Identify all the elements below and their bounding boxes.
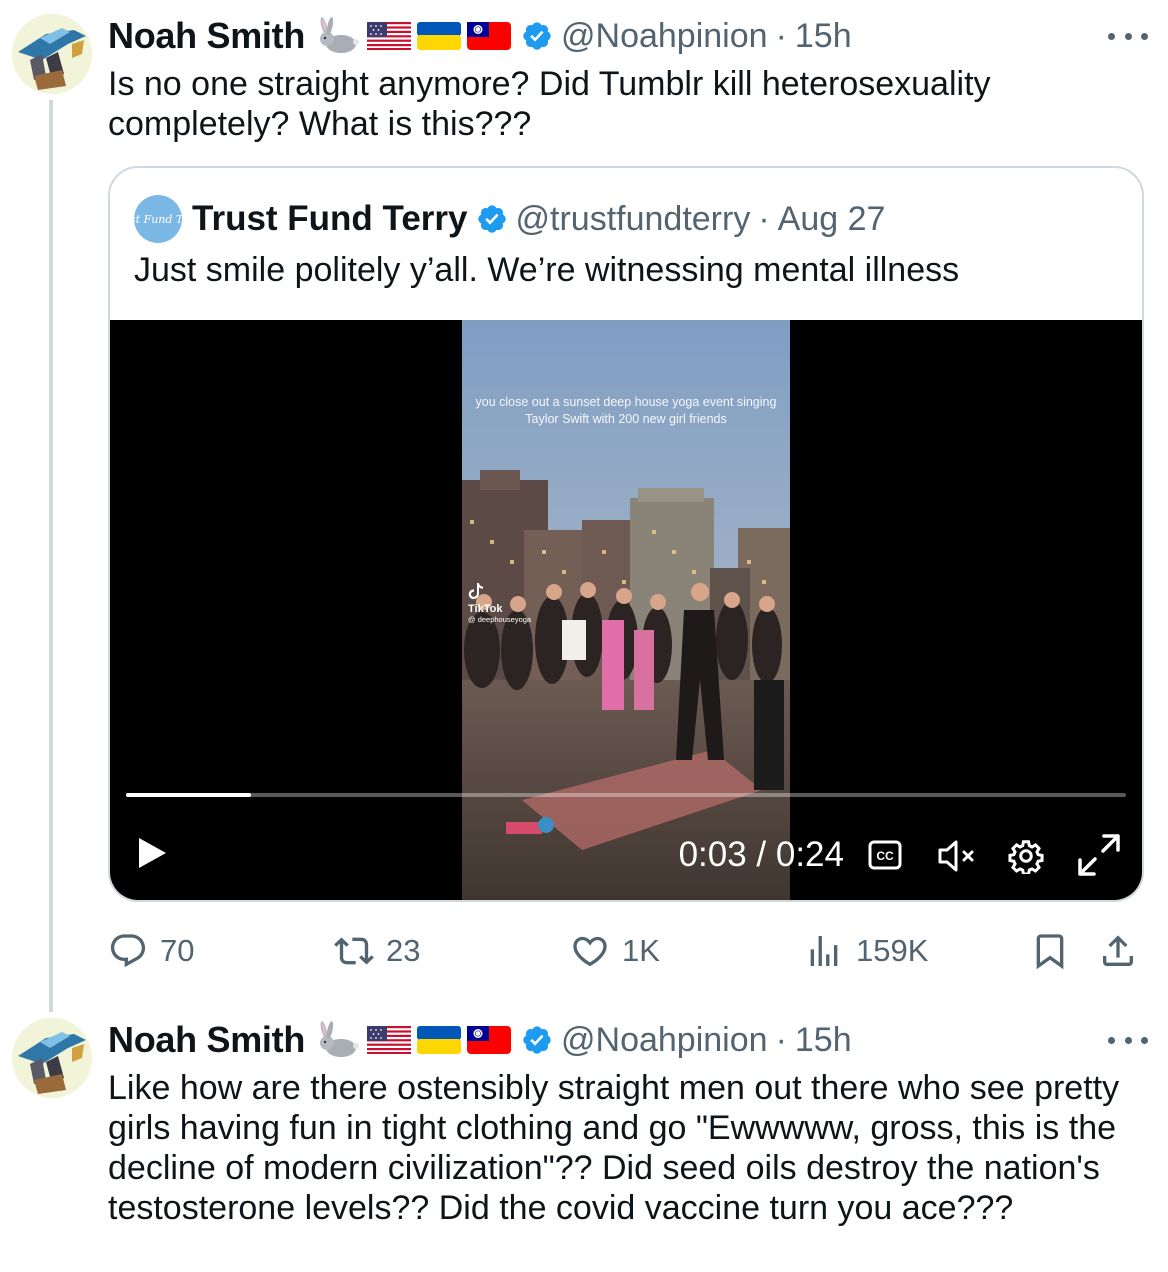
tweet-header: Noah Smith @Noahpinion · 15h <box>108 1018 852 1062</box>
bookmark-button[interactable] <box>1030 926 1082 976</box>
us-flag-icon <box>367 1024 412 1056</box>
reply-button[interactable]: 70 <box>108 926 194 976</box>
video-controls: 0:03 / 0:24 CC <box>110 820 1142 890</box>
quoted-author-handle: @trustfundterry <box>515 199 751 238</box>
video-caption-overlay: you close out a sunset deep house yoga e… <box>475 395 777 426</box>
reply-count: 70 <box>160 933 195 968</box>
tweet-header: Noah Smith @Noahpinion · 15h <box>108 14 852 58</box>
like-count: 1K <box>622 933 660 968</box>
author-handle[interactable]: @Noahpinion <box>561 1021 768 1060</box>
tweet-text: Is no one straight anymore? Did Tumblr k… <box>108 65 991 143</box>
thread-line <box>49 100 53 1012</box>
tweet-action-bar: 70 23 1K 159K <box>108 926 1148 976</box>
author-name[interactable]: Noah Smith <box>108 15 305 57</box>
video-progress-fill <box>126 793 251 797</box>
retweet-icon <box>334 937 374 965</box>
svg-text:CC: CC <box>876 849 894 863</box>
retweet-count: 23 <box>386 933 421 968</box>
author-handle[interactable]: @Noahpinion <box>561 17 768 56</box>
tiktok-name: TikTok <box>468 603 503 615</box>
us-flag-icon <box>367 20 412 52</box>
quoted-avatar: Trust Fund Terry <box>134 195 182 243</box>
avatar[interactable] <box>12 1018 92 1098</box>
ukraine-flag-icon <box>417 20 462 52</box>
verified-icon <box>521 20 553 52</box>
more-icon[interactable] <box>1108 26 1148 46</box>
quoted-avatar-logo: Trust Fund Terry <box>134 212 182 226</box>
timestamp[interactable]: 15h <box>795 17 852 56</box>
views-icon <box>810 936 838 966</box>
tweet-text: Like how are there ostensibly straight m… <box>108 1069 1120 1227</box>
tiktok-watermark: TikTok @ deephouseyoga <box>468 582 531 624</box>
timestamp[interactable]: 15h <box>795 1021 852 1060</box>
rabbit-emoji-icon <box>315 16 361 56</box>
name-badges <box>315 16 517 56</box>
video-time: 0:03 / 0:24 <box>678 835 844 874</box>
bookmark-icon <box>1036 934 1064 970</box>
ukraine-flag-icon <box>417 1024 462 1056</box>
retweet-button[interactable]: 23 <box>334 926 420 976</box>
taiwan-flag-icon <box>467 20 512 52</box>
author-name[interactable]: Noah Smith <box>108 1019 305 1061</box>
video-frame: you close out a sunset deep house yoga e… <box>462 320 790 900</box>
tiktok-username: @ deephouseyoga <box>468 615 532 624</box>
views-button[interactable]: 159K <box>804 926 928 976</box>
separator-dot: · <box>775 1020 787 1059</box>
avatar-illustration <box>12 1018 92 1098</box>
avatar-illustration <box>12 14 92 94</box>
cc-icon[interactable]: CC <box>868 840 902 875</box>
mute-icon[interactable] <box>936 838 980 879</box>
video-progress-bar[interactable] <box>126 793 1126 797</box>
quoted-tweet-text: Just smile politely y’all. We’re witness… <box>134 251 960 289</box>
views-count: 159K <box>856 933 929 968</box>
tweet[interactable]: Noah Smith <box>0 0 1168 1012</box>
share-icon <box>1103 935 1133 966</box>
avatar[interactable] <box>12 14 92 94</box>
fullscreen-icon[interactable] <box>1076 832 1122 883</box>
quoted-tweet[interactable]: Trust Fund Terry Trust Fund Terry @trust… <box>108 166 1144 902</box>
rabbit-emoji-icon <box>315 1020 361 1060</box>
more-icon[interactable] <box>1108 1030 1148 1050</box>
verified-icon <box>476 203 508 235</box>
separator-dot: · <box>775 16 787 55</box>
separator-dot: · <box>758 199 770 238</box>
taiwan-flag-icon <box>467 1024 512 1056</box>
reply-icon <box>110 934 146 968</box>
verified-icon <box>521 1024 553 1056</box>
quoted-date: Aug 27 <box>777 199 886 238</box>
settings-icon[interactable] <box>1008 838 1044 879</box>
video-player[interactable]: you close out a sunset deep house yoga e… <box>110 320 1142 900</box>
share-button[interactable] <box>1098 926 1150 976</box>
quoted-author-name: Trust Fund Terry <box>192 199 468 238</box>
quoted-tweet-header: Trust Fund Terry Trust Fund Terry @trust… <box>134 194 885 244</box>
like-icon <box>573 936 607 967</box>
tiktok-logo-icon <box>468 583 483 599</box>
like-button[interactable]: 1K <box>570 926 660 976</box>
tweet[interactable]: Noah Smith <box>0 1000 1168 1272</box>
play-icon[interactable] <box>136 836 168 875</box>
name-badges <box>315 1020 517 1060</box>
